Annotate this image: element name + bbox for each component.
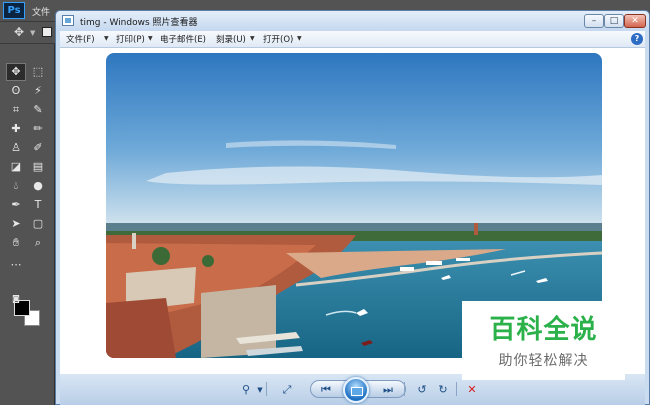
previous-icon[interactable]: ⏮ <box>316 382 336 398</box>
type-icon[interactable]: T <box>28 196 48 214</box>
separator <box>266 382 267 396</box>
viewer-menubar: 文件(F) ▼ 打印(P) ▼ 电子邮件(E) 刻录(U) ▼ 打开(O) ▼ … <box>60 31 645 48</box>
window-title: timg - Windows 照片查看器 <box>80 18 198 28</box>
title-bar: timg - Windows 照片查看器 – □ ✕ <box>56 11 649 31</box>
shape-icon[interactable]: ▢ <box>28 215 48 233</box>
photo-viewer-icon <box>62 15 74 26</box>
screen-mode-icon[interactable] <box>6 290 26 308</box>
rotate-cw-icon[interactable]: ↻ <box>433 382 453 398</box>
menu-open[interactable]: 打开(O) <box>263 33 293 45</box>
separator <box>404 382 405 396</box>
hand-icon[interactable]: ✋︎ <box>6 234 26 252</box>
watermark-title: 百科全说 <box>489 315 598 345</box>
eraser-icon[interactable]: ◪ <box>6 158 26 176</box>
chevron-down-icon: ▼ <box>104 35 109 42</box>
chevron-down-icon: ▼ <box>297 35 302 42</box>
auto-select-checkbox[interactable] <box>42 27 52 37</box>
close-button[interactable]: ✕ <box>624 14 646 28</box>
delete-icon[interactable]: ✕ <box>462 382 482 398</box>
chevron-down-icon[interactable]: ▼ <box>250 382 270 398</box>
stamp-icon[interactable]: ♙ <box>6 139 26 157</box>
maximize-button[interactable]: □ <box>604 14 624 28</box>
photoshop-logo: Ps <box>3 2 25 19</box>
minimize-button[interactable]: – <box>584 14 604 28</box>
help-icon[interactable]: ? <box>631 33 643 45</box>
zoom-icon[interactable]: ⌕ <box>28 234 48 252</box>
watermark-subtitle: 助你轻松解决 <box>498 353 589 369</box>
menu-file[interactable]: 文件(F) <box>66 33 95 45</box>
pen-icon[interactable]: ✒ <box>6 196 26 214</box>
move-tool-option-icon[interactable]: ✥ <box>14 25 24 39</box>
gradient-icon[interactable]: ▤ <box>28 158 48 176</box>
brush-icon[interactable]: ✏ <box>28 120 48 138</box>
marquee-icon[interactable]: ⬚ <box>28 63 48 81</box>
separator <box>456 382 457 396</box>
watermark: 百科全说 助你轻松解决 <box>462 301 625 380</box>
slideshow-button[interactable] <box>343 377 369 403</box>
photoshop-toolbar: ✥ ⬚ ʘ ⚡︎ ⌗ ✎ ✚ ✏ ♙ ✐ ◪ ▤ 💧︎ ● ✒ T ➤ ▢ ✋︎… <box>0 44 55 405</box>
dodge-icon[interactable]: ● <box>28 177 48 195</box>
chevron-down-icon: ▼ <box>148 35 153 42</box>
path-select-icon[interactable]: ➤ <box>6 215 26 233</box>
chevron-down-icon: ▼ <box>250 35 255 42</box>
healing-icon[interactable]: ✚ <box>6 120 26 138</box>
magic-wand-icon[interactable]: ⚡︎ <box>28 82 48 100</box>
blur-icon[interactable]: 💧︎ <box>6 177 26 195</box>
history-brush-icon[interactable]: ✐ <box>28 139 48 157</box>
next-icon[interactable]: ⏭ <box>378 382 398 398</box>
rotate-ccw-icon[interactable]: ↺ <box>412 382 432 398</box>
chevron-down-icon[interactable]: ▼ <box>30 29 35 37</box>
crop-icon[interactable]: ⌗ <box>6 101 26 119</box>
menu-print[interactable]: 打印(P) <box>116 33 145 45</box>
fit-window-icon[interactable]: ⤢ <box>277 382 297 398</box>
photoshop-menu-file[interactable]: 文件 <box>32 5 50 18</box>
menu-burn[interactable]: 刻录(U) <box>216 33 246 45</box>
move-icon[interactable]: ✥ <box>6 63 26 81</box>
eyedropper-icon[interactable]: ✎ <box>28 101 48 119</box>
more-icon[interactable]: ⋯ <box>6 256 26 274</box>
lasso-icon[interactable]: ʘ <box>6 82 26 100</box>
menu-email[interactable]: 电子邮件(E) <box>160 33 206 45</box>
